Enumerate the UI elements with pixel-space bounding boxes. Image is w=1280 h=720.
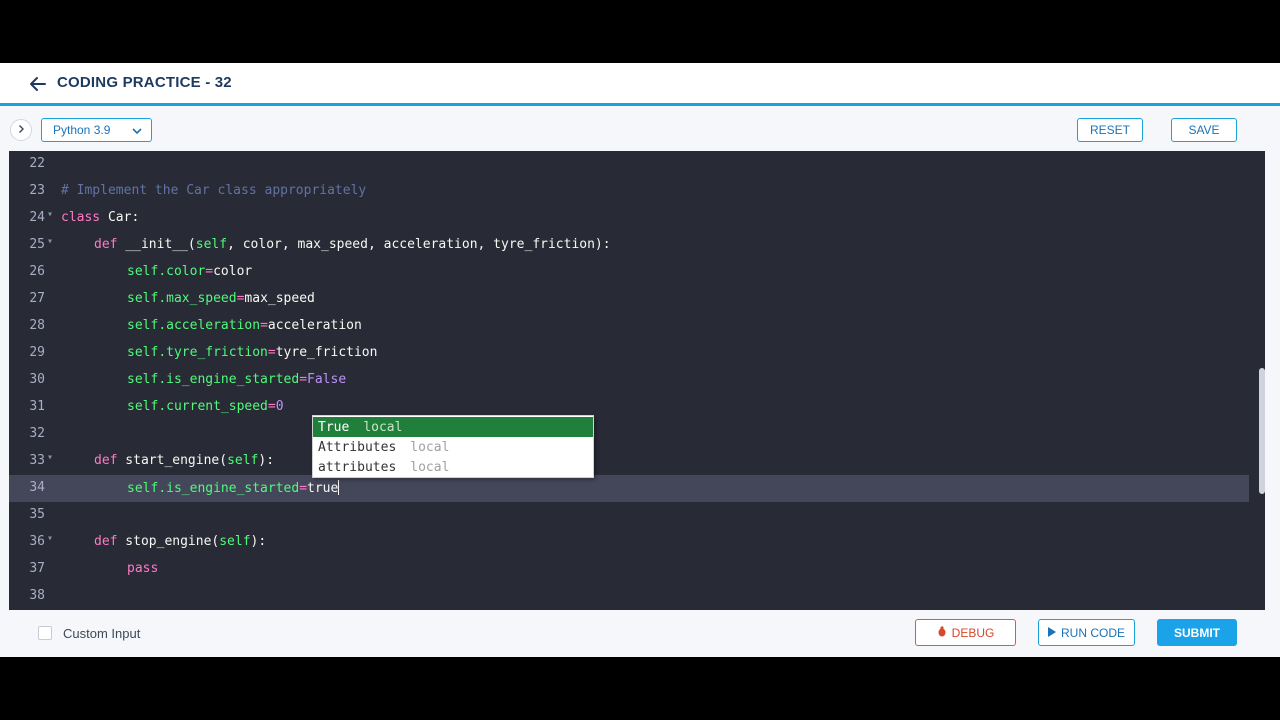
code-line: 30 self.is_engine_started=False: [9, 367, 1249, 394]
bug-icon: [937, 625, 947, 640]
play-icon: [1047, 626, 1056, 640]
fold-arrow-icon[interactable]: ▾: [47, 209, 53, 220]
code-text: self.current_speed=0: [127, 399, 284, 414]
code-text: def start_engine(self):: [94, 453, 275, 468]
letterbox-top: [0, 0, 1280, 63]
page-title: CODING PRACTICE - 32: [57, 74, 232, 91]
line-number: 29: [29, 345, 45, 360]
line-number: 31: [29, 399, 45, 414]
line-number: 33: [29, 453, 45, 468]
code-comment: # Implement the Car class appropriately: [61, 183, 367, 198]
code-text: self.color=color: [127, 264, 253, 279]
code-line: 29 self.tyre_friction=tyre_friction: [9, 340, 1249, 367]
code-line: 37 pass: [9, 556, 1249, 583]
code-text: self.tyre_friction=tyre_friction: [127, 345, 378, 360]
line-number: 24: [29, 210, 45, 225]
line-number: 22: [29, 156, 45, 171]
editor-toolbar: Python 3.9 RESET SAVE: [0, 109, 1280, 151]
code-line: 36 ▾ def stop_engine(self):: [9, 529, 1249, 556]
page-header: CODING PRACTICE - 32: [0, 63, 1280, 106]
line-number: 27: [29, 291, 45, 306]
code-line-active: 34 self.is_engine_started=true: [9, 475, 1249, 502]
line-number: 35: [29, 507, 45, 522]
debug-button[interactable]: DEBUG: [915, 619, 1016, 646]
editor-footer: Custom Input DEBUG RUN CODE SUBMIT: [0, 610, 1280, 657]
code-editor[interactable]: 22 23 # Implement the Car class appropri…: [9, 151, 1265, 610]
sidebar-toggle-button[interactable]: [10, 119, 32, 141]
autocomplete-popup: True local Attributes local attributes l…: [312, 415, 594, 478]
editor-scrollbar[interactable]: [1259, 368, 1265, 494]
submit-button[interactable]: SUBMIT: [1157, 619, 1237, 646]
code-text: self.is_engine_started=False: [127, 372, 347, 387]
letterbox-bottom: [0, 657, 1280, 720]
code-text[interactable]: self.is_engine_started=true: [127, 480, 340, 496]
chevron-down-icon: [131, 125, 143, 137]
code-line: 28 self.acceleration=acceleration: [9, 313, 1249, 340]
code-line: 22: [9, 151, 1249, 178]
autocomplete-item[interactable]: True local: [313, 417, 593, 437]
code-line: 25 ▾ def __init__(self, color, max_speed…: [9, 232, 1249, 259]
code-line: 26 self.color=color: [9, 259, 1249, 286]
code-text: self.acceleration=acceleration: [127, 318, 362, 333]
line-number: 37: [29, 561, 45, 576]
code-line: 24 ▾ class Car:: [9, 205, 1249, 232]
run-code-button[interactable]: RUN CODE: [1038, 619, 1135, 646]
line-number: 36: [29, 534, 45, 549]
line-number: 38: [29, 588, 45, 603]
code-text: self.max_speed=max_speed: [127, 291, 315, 306]
language-select-value: Python 3.9: [53, 123, 111, 137]
coding-practice-app: CODING PRACTICE - 32 Python 3.9 RESET SA…: [0, 63, 1280, 657]
code-line: 27 self.max_speed=max_speed: [9, 286, 1249, 313]
reset-button[interactable]: RESET: [1077, 118, 1143, 142]
fold-arrow-icon[interactable]: ▾: [47, 533, 53, 544]
fold-arrow-icon[interactable]: ▾: [47, 452, 53, 463]
line-number: 25: [29, 237, 45, 252]
code-line: 23 # Implement the Car class appropriate…: [9, 178, 1249, 205]
line-number: 34: [29, 480, 45, 495]
code-line: 38: [9, 583, 1249, 610]
code-text: pass: [127, 561, 159, 576]
line-number: 30: [29, 372, 45, 387]
custom-input-label: Custom Input: [63, 626, 141, 641]
line-number: 28: [29, 318, 45, 333]
code-text: def stop_engine(self):: [94, 534, 267, 549]
code-line: 33 ▾ def start_engine(self):: [9, 448, 1249, 475]
line-number: 23: [29, 183, 45, 198]
code-line: 31 self.current_speed=0: [9, 394, 1249, 421]
chevron-right-icon: [16, 121, 26, 139]
custom-input-checkbox[interactable]: [38, 626, 52, 640]
autocomplete-item[interactable]: attributes local: [313, 457, 593, 477]
line-number: 32: [29, 426, 45, 441]
line-number: 26: [29, 264, 45, 279]
save-button[interactable]: SAVE: [1171, 118, 1237, 142]
autocomplete-item[interactable]: Attributes local: [313, 437, 593, 457]
arrow-left-icon[interactable]: [28, 74, 48, 94]
code-line: 32: [9, 421, 1249, 448]
code-text: class Car:: [61, 210, 140, 225]
fold-arrow-icon[interactable]: ▾: [47, 236, 53, 247]
code-line: 35: [9, 502, 1249, 529]
code-text: def __init__(self, color, max_speed, acc…: [94, 237, 611, 252]
language-select[interactable]: Python 3.9: [41, 118, 152, 142]
text-cursor: [338, 480, 340, 495]
